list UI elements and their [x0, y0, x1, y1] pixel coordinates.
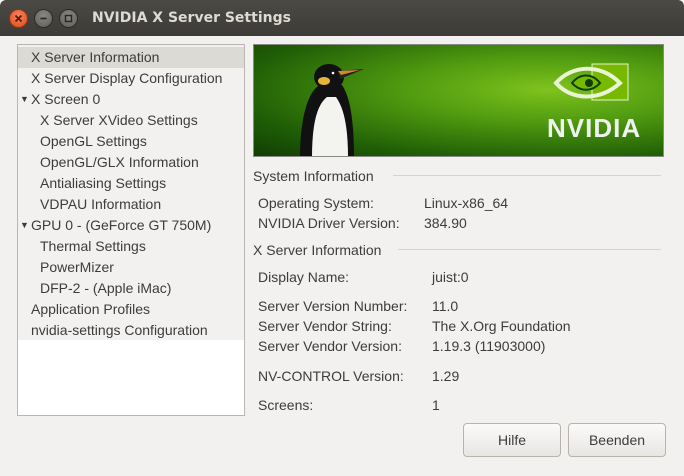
driver-version-value: 384.90	[424, 215, 467, 231]
vendor-version-value: 1.19.3 (11903000)	[432, 338, 546, 354]
close-icon[interactable]	[9, 8, 28, 28]
sidebar-item[interactable]: PowerMizer	[18, 257, 244, 278]
nvidia-logo-icon	[553, 63, 629, 101]
display-name-label: Display Name:	[258, 269, 350, 285]
server-version-value: 11.0	[432, 298, 459, 314]
sidebar-item[interactable]: OpenGL Settings	[18, 131, 244, 152]
sidebar-item-label: Application Profiles	[31, 301, 151, 317]
sidebar-item[interactable]: ▼ GPU 0 - (GeForce GT 750M)	[18, 215, 244, 236]
quit-button[interactable]: Beenden	[568, 423, 666, 457]
sidebar-item-label: X Screen 0	[31, 91, 101, 107]
help-button[interactable]: Hilfe	[463, 423, 561, 457]
sidebar-item[interactable]: X Server Display Configuration	[18, 68, 244, 89]
sidebar-item-label: Thermal Settings	[40, 238, 146, 254]
maximize-icon[interactable]	[59, 8, 78, 28]
sidebar-item[interactable]: X Server XVideo Settings	[18, 110, 244, 131]
nv-control-label: NV-CONTROL Version:	[258, 368, 404, 384]
sidebar-item[interactable]: Thermal Settings	[18, 236, 244, 257]
sidebar-item-label: OpenGL Settings	[40, 133, 147, 149]
sidebar-item[interactable]: Application Profiles	[18, 299, 244, 320]
xserver-info-divider	[398, 249, 661, 250]
vendor-string-label: Server Vendor String:	[258, 318, 392, 334]
display-name-value: juist:0	[432, 269, 469, 285]
sidebar-item[interactable]: DFP-2 - (Apple iMac)	[18, 278, 244, 299]
nv-control-value: 1.29	[432, 368, 460, 384]
sidebar-item[interactable]: Antialiasing Settings	[18, 173, 244, 194]
title-bar: NVIDIA X Server Settings	[0, 0, 684, 36]
sidebar-item-label: nvidia-settings Configuration	[31, 322, 208, 338]
sidebar-item[interactable]: X Server Information	[18, 47, 244, 68]
sidebar-item[interactable]: VDPAU Information	[18, 194, 244, 215]
banner-artwork: NVIDIA	[300, 63, 641, 156]
os-label: Operating System:	[258, 195, 374, 211]
sidebar-item-label: X Server XVideo Settings	[40, 112, 198, 128]
sidebar-item[interactable]: OpenGL/GLX Information	[18, 152, 244, 173]
vendor-version-label: Server Vendor Version:	[258, 338, 402, 354]
sidebar-item-label: PowerMizer	[40, 259, 114, 275]
vendor-string-value: The X.Org Foundation	[432, 318, 571, 334]
sidebar-item-label: GPU 0 - (GeForce GT 750M)	[31, 217, 212, 233]
xserver-info-heading: X Server Information	[253, 242, 382, 258]
os-value: Linux-x86_64	[424, 195, 509, 211]
window-title: NVIDIA X Server Settings	[92, 10, 291, 26]
penguin-icon	[300, 64, 364, 156]
sidebar-tree-panel[interactable]: X Server Information X Server Display Con…	[17, 44, 245, 416]
minimize-icon[interactable]	[34, 8, 53, 28]
sidebar-item-label: X Server Display Configuration	[31, 70, 223, 86]
sidebar-item-label: VDPAU Information	[40, 196, 162, 212]
sidebar-tree: X Server Information X Server Display Con…	[18, 45, 244, 340]
nvidia-settings-window: NVIDIA X Server Settings X Server Inform…	[0, 0, 684, 476]
sidebar-item-label: Antialiasing Settings	[40, 175, 167, 191]
driver-version-label: NVIDIA Driver Version:	[258, 215, 400, 231]
expander-arrow-icon[interactable]: ▼	[20, 215, 29, 236]
system-info-heading: System Information	[253, 168, 374, 184]
sidebar-item-label: DFP-2 - (Apple iMac)	[40, 280, 172, 296]
nvidia-wordmark: NVIDIA	[547, 113, 641, 143]
system-info-divider	[393, 175, 661, 176]
sidebar-item[interactable]: ▼ X Screen 0	[18, 89, 244, 110]
sidebar-item-label: X Server Information	[31, 49, 160, 65]
sidebar-item[interactable]: nvidia-settings Configuration	[18, 320, 244, 341]
nvidia-banner: NVIDIA	[253, 44, 664, 157]
screens-value: 1	[432, 397, 440, 413]
screens-label: Screens:	[258, 397, 314, 413]
expander-arrow-icon[interactable]: ▼	[20, 89, 29, 110]
sidebar-item-label: OpenGL/GLX Information	[40, 154, 199, 170]
server-version-label: Server Version Number:	[258, 298, 408, 314]
